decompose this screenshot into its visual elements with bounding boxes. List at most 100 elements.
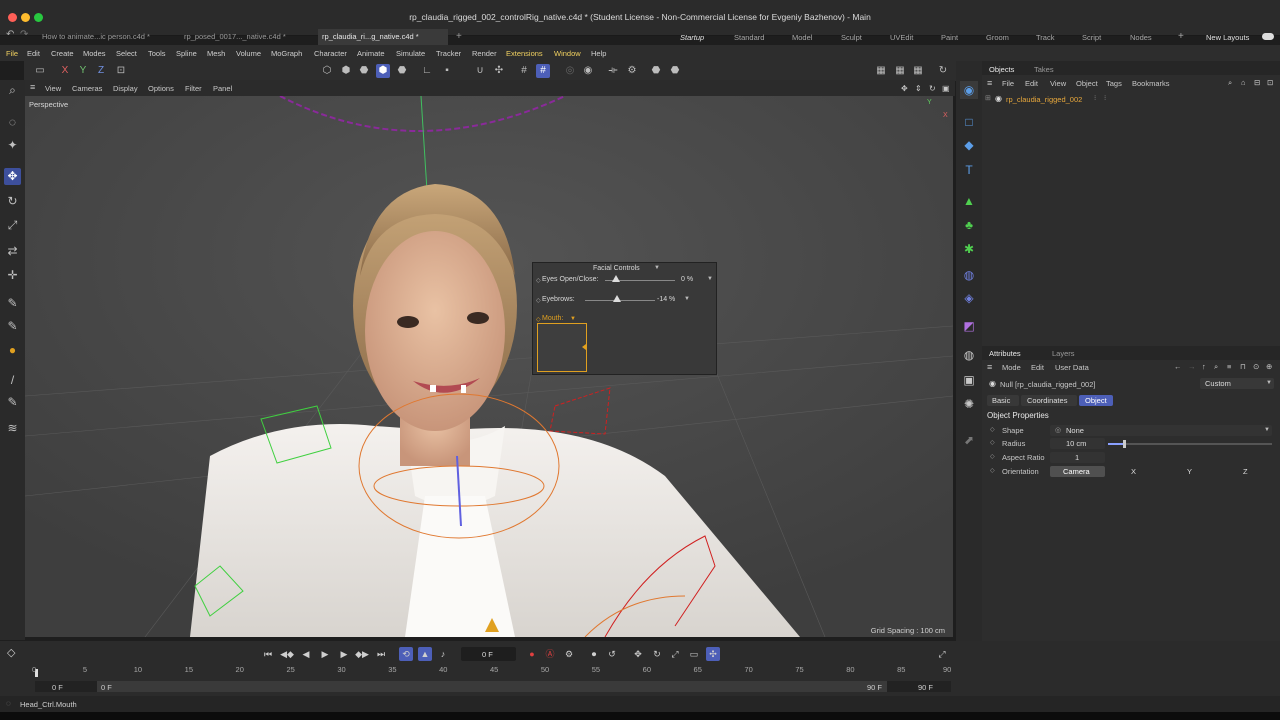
- radius-input[interactable]: 10 cm: [1050, 438, 1105, 449]
- eyebrows-dropdown-icon[interactable]: ▼: [684, 296, 690, 302]
- menu-animate[interactable]: Animate: [357, 49, 385, 58]
- keyframe-diamond-icon[interactable]: ◇: [536, 277, 541, 284]
- doc-tab-3[interactable]: rp_claudia_ri...g_native.c4d *: [318, 29, 448, 45]
- new-window-icon[interactable]: ⊙: [1253, 362, 1259, 371]
- preview-range-icon[interactable]: ▲: [418, 647, 432, 661]
- attributes-menu-mode[interactable]: Mode: [1002, 363, 1021, 372]
- live-selection-icon[interactable]: ◌: [4, 114, 21, 131]
- eyebrows-slider-knob[interactable]: [612, 295, 621, 302]
- spline-pen-icon[interactable]: ✎: [4, 295, 21, 312]
- text-icon[interactable]: T: [960, 161, 978, 179]
- tab-takes[interactable]: Takes: [1034, 65, 1054, 74]
- menu-mograph[interactable]: MoGraph: [271, 49, 302, 58]
- grid-snap-icon[interactable]: #: [517, 64, 531, 78]
- keyframe-diamond-icon[interactable]: ◇: [536, 316, 541, 323]
- range-min[interactable]: 0 F: [101, 683, 112, 692]
- range-end[interactable]: 90 F: [918, 683, 933, 692]
- menu-window[interactable]: Window: [554, 49, 581, 58]
- object-name[interactable]: rp_claudia_rigged_002: [1006, 95, 1082, 104]
- viewport-move-icon[interactable]: ✥: [901, 84, 908, 93]
- new-layouts-button[interactable]: New Layouts: [1206, 33, 1249, 42]
- layout-startup[interactable]: Startup: [680, 33, 704, 42]
- menu-file[interactable]: File: [6, 49, 18, 58]
- orientation-x[interactable]: X: [1131, 467, 1136, 476]
- orientation-z[interactable]: Z: [1243, 467, 1248, 476]
- cube-icon[interactable]: ◆: [960, 136, 978, 154]
- object-mode-icon[interactable]: ⬢: [376, 64, 390, 78]
- objects-menu-object[interactable]: Object: [1076, 79, 1098, 88]
- paint-brush-icon[interactable]: ✎: [4, 394, 21, 411]
- interactive-render-icon[interactable]: ↻: [936, 64, 950, 78]
- forward-arrow-icon[interactable]: →: [1188, 362, 1196, 371]
- next-key-icon[interactable]: ◆▶: [355, 647, 369, 661]
- paint-tool-icon[interactable]: ●: [4, 342, 21, 359]
- snap-settings-icon[interactable]: ✣: [492, 64, 506, 78]
- keyframe-diamond-icon[interactable]: ◇: [990, 467, 995, 474]
- range-bar[interactable]: 0 F 0 F 90 F 90 F: [35, 681, 951, 692]
- menu-extensions[interactable]: Extensions: [506, 49, 543, 58]
- search-icon[interactable]: ⌕: [1214, 362, 1218, 372]
- key-param-icon[interactable]: ▭: [687, 647, 701, 661]
- layout-sculpt[interactable]: Sculpt: [841, 33, 862, 42]
- edges-mode-icon[interactable]: ⬢: [339, 64, 353, 78]
- render-settings-icon[interactable]: ▦: [911, 64, 925, 78]
- keyframe-toggle-icon[interactable]: ◇: [7, 646, 15, 659]
- range-slider[interactable]: 0 F 90 F: [97, 681, 887, 692]
- key-rotate-icon[interactable]: ↻: [650, 647, 664, 661]
- modeling-settings-icon[interactable]: ⚙: [625, 64, 639, 78]
- object-row[interactable]: ⊞ ◉ rp_claudia_rigged_002 ⁝ ⁝: [982, 92, 1280, 106]
- objects-menu-file[interactable]: File: [1002, 79, 1014, 88]
- viewport-zoom-icon[interactable]: ⇕: [915, 84, 922, 93]
- texture-mode-icon[interactable]: ⬣: [395, 64, 409, 78]
- key-pla-icon[interactable]: ✣: [706, 647, 720, 661]
- visibility-dots-icon[interactable]: ⁝: [1104, 94, 1106, 102]
- keyframe-selection-icon[interactable]: ⚙: [562, 647, 576, 661]
- model-mode-icon[interactable]: ▭: [33, 64, 47, 78]
- key-move-icon[interactable]: ✥: [631, 647, 645, 661]
- mouth-2d-pad[interactable]: [537, 323, 587, 372]
- up-arrow-icon[interactable]: ↑: [1202, 362, 1206, 371]
- filter-icon[interactable]: ≡: [1227, 362, 1231, 371]
- key-rotation-icon[interactable]: ↺: [605, 647, 619, 661]
- layout-groom[interactable]: Groom: [986, 33, 1009, 42]
- record-icon[interactable]: ●: [525, 647, 539, 661]
- subtab-basic[interactable]: Basic: [987, 395, 1019, 406]
- more-icon[interactable]: ⊕: [1266, 362, 1272, 371]
- back-arrow-icon[interactable]: ←: [1174, 362, 1182, 371]
- render-view-icon[interactable]: ▦: [874, 64, 888, 78]
- preset-dropdown[interactable]: Custom ▼: [1200, 378, 1274, 389]
- key-scale-icon[interactable]: ⤢: [668, 647, 682, 661]
- subtab-coordinates[interactable]: Coordinates: [1021, 395, 1077, 406]
- axis-x-button[interactable]: X: [58, 64, 72, 78]
- layout-nodes[interactable]: Nodes: [1130, 33, 1152, 42]
- axis-mode-icon[interactable]: ∟: [420, 64, 434, 78]
- keyframe-diamond-icon[interactable]: ◇: [990, 453, 995, 460]
- viewport-menu-display[interactable]: Display: [113, 84, 138, 93]
- objects-menu-bookmarks[interactable]: Bookmarks: [1132, 79, 1170, 88]
- menu-spline[interactable]: Spline: [176, 49, 197, 58]
- key-position-icon[interactable]: ⏺: [587, 647, 601, 661]
- viewport-object-icon[interactable]: ◉: [960, 81, 978, 99]
- menu-tracker[interactable]: Tracker: [436, 49, 461, 58]
- render-picture-viewer-icon[interactable]: ▦: [893, 64, 907, 78]
- undo-icon[interactable]: ↶: [6, 29, 14, 40]
- menu-create[interactable]: Create: [51, 49, 74, 58]
- new-window-icon[interactable]: ⊡: [1267, 78, 1273, 87]
- layout-paint[interactable]: Paint: [941, 33, 958, 42]
- eyes-dropdown-icon[interactable]: ▼: [707, 276, 713, 282]
- search-icon[interactable]: ⌕: [1228, 78, 1232, 88]
- spline-object-icon[interactable]: ◩: [960, 317, 978, 335]
- layout-toggle[interactable]: [1262, 33, 1274, 40]
- tag-icon[interactable]: ⬈: [960, 431, 978, 449]
- sound-icon[interactable]: ♪: [436, 647, 450, 661]
- radius-slider[interactable]: [1108, 440, 1272, 448]
- menu-mesh[interactable]: Mesh: [207, 49, 225, 58]
- menu-modes[interactable]: Modes: [83, 49, 106, 58]
- menu-character[interactable]: Character: [314, 49, 347, 58]
- layout-script[interactable]: Script: [1082, 33, 1101, 42]
- go-to-start-icon[interactable]: ⏮: [261, 647, 275, 661]
- lock-icon[interactable]: ⊓: [1240, 362, 1246, 371]
- rotate-tool-icon[interactable]: ↻: [4, 193, 21, 210]
- chevron-down-icon[interactable]: ▼: [654, 265, 660, 271]
- search-icon[interactable]: ⌕: [4, 82, 21, 99]
